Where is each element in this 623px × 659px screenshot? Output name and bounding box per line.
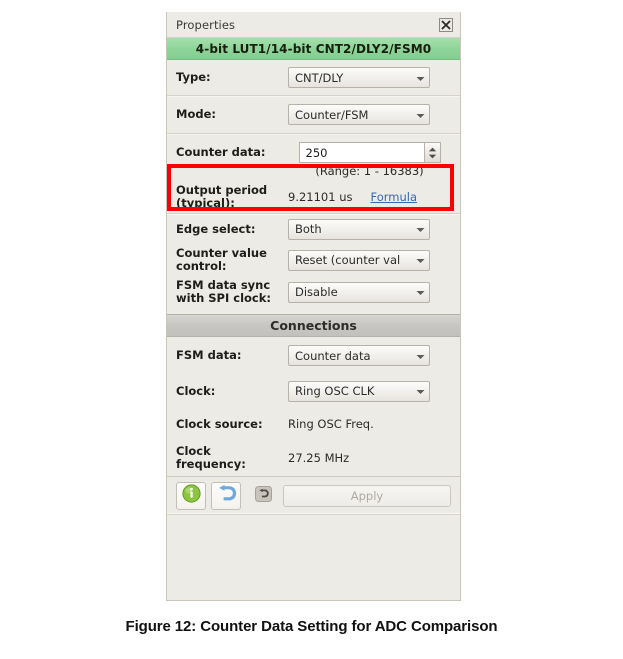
undo-button[interactable]: [211, 481, 241, 510]
chevron-down-icon: [416, 222, 425, 236]
row-output-period-label: Output period (typical):: [176, 182, 268, 210]
type-dropdown[interactable]: CNT/DLY: [288, 67, 430, 88]
properties-panel: Properties 4-bit LUT1/14-bit CNT2/DLY2/F…: [166, 12, 461, 601]
chevron-down-icon: [416, 349, 425, 363]
row-counter-value-control-label: Counter value control:: [176, 246, 267, 273]
row-output-period-value: 9.21101 us Formula: [288, 190, 451, 204]
undo-icon: [216, 484, 237, 507]
fsm-data-dropdown-value: Counter data: [295, 348, 371, 363]
chevron-up-icon: [428, 147, 436, 151]
panel-titlebar: Properties: [167, 12, 460, 38]
row-clock-source: Clock source: Ring OSC Freq.: [167, 408, 460, 440]
chevron-down-icon: [416, 384, 425, 398]
chevron-down-icon: [416, 108, 425, 122]
type-dropdown-value: CNT/DLY: [295, 70, 344, 85]
row-counter-value-control: Counter value control: Reset (counter va…: [167, 244, 460, 276]
row-fsm-data-label: FSM data:: [176, 348, 242, 362]
panel-footer-toolbar: Apply: [167, 476, 460, 514]
counter-data-input[interactable]: 250: [298, 142, 424, 163]
row-counter-data-label: Counter data:: [176, 145, 266, 159]
counter-data-spinner[interactable]: 250: [298, 142, 441, 163]
edge-select-dropdown-value: Both: [295, 222, 322, 236]
clock-dropdown[interactable]: Ring OSC CLK: [288, 380, 430, 402]
row-type-value: CNT/DLY: [288, 67, 451, 88]
counter-data-range-hint: (Range: 1 - 16383): [315, 164, 424, 178]
chevron-down-icon: [416, 71, 425, 85]
info-button[interactable]: [176, 481, 206, 510]
row-counter-data: Counter data: 250 (Range: 1 - 16383): [167, 134, 460, 180]
row-fsm-data-sync: FSM data sync with SPI clock: Disable: [167, 276, 460, 308]
row-clock-frequency: Clock frequency: 27.25 MHz: [167, 440, 460, 476]
row-fsm-data: FSM data: Counter data: [167, 337, 460, 374]
row-mode-value: Counter/FSM: [288, 104, 451, 125]
mode-dropdown[interactable]: Counter/FSM: [288, 104, 430, 125]
row-mode: Mode: Counter/FSM: [167, 96, 460, 134]
edge-select-dropdown[interactable]: Both: [288, 218, 430, 240]
row-clock-source-label: Clock source:: [176, 416, 263, 431]
connections-section-header: Connections: [167, 314, 460, 337]
panel-empty-area: [167, 514, 460, 600]
row-output-period: Output period (typical): 9.21101 us Form…: [167, 180, 460, 214]
counter-value-control-dropdown-value: Reset (counter val: [295, 253, 401, 267]
output-period-text: 9.21101 us: [288, 189, 353, 204]
figure-container: Properties 4-bit LUT1/14-bit CNT2/DLY2/F…: [0, 0, 623, 659]
row-clock-value: Ring OSC CLK: [288, 380, 451, 402]
row-clock-frequency-label: Clock frequency:: [176, 444, 246, 471]
fsm-data-sync-dropdown[interactable]: Disable: [288, 281, 430, 303]
revert-button[interactable]: [253, 485, 273, 506]
component-header: 4-bit LUT1/14-bit CNT2/DLY2/FSM0: [167, 38, 460, 60]
row-clock-source-value: Ring OSC Freq.: [288, 417, 374, 431]
row-edge-select: Edge select: Both: [167, 214, 460, 244]
chevron-down-icon: [416, 253, 425, 267]
chevron-down-icon: [416, 285, 425, 299]
row-type: Type: CNT/DLY: [167, 60, 460, 96]
row-clock-label: Clock:: [176, 383, 216, 398]
formula-link[interactable]: Formula: [371, 190, 418, 204]
row-fsm-data-sync-value: Disable: [288, 281, 451, 303]
chevron-down-icon: [428, 154, 436, 158]
fsm-data-sync-dropdown-value: Disable: [295, 285, 338, 299]
panel-body: Type: CNT/DLY Mode: Counter/FSM Counter …: [167, 60, 460, 600]
row-edge-select-value: Both: [288, 218, 451, 240]
panel-title: Properties: [176, 17, 236, 32]
clock-dropdown-value: Ring OSC CLK: [295, 384, 375, 398]
row-edge-select-label: Edge select:: [176, 221, 256, 236]
row-clock-frequency-value: 27.25 MHz: [288, 451, 350, 465]
apply-button[interactable]: Apply: [283, 484, 451, 507]
revert-icon: [254, 485, 272, 506]
spinner-arrows[interactable]: [423, 142, 441, 163]
mode-dropdown-value: Counter/FSM: [295, 107, 369, 122]
row-counter-data-value: 250 (Range: 1 - 16383): [288, 142, 451, 178]
counter-value-control-dropdown[interactable]: Reset (counter val: [288, 249, 430, 271]
row-fsm-data-sync-label: FSM data sync with SPI clock:: [176, 278, 271, 305]
row-counter-value-control-value: Reset (counter val: [288, 249, 451, 271]
fsm-data-dropdown[interactable]: Counter data: [288, 345, 430, 366]
close-icon[interactable]: [439, 17, 453, 32]
row-clock: Clock: Ring OSC CLK: [167, 374, 460, 408]
row-mode-label: Mode:: [176, 107, 216, 121]
figure-caption: Figure 12: Counter Data Setting for ADC …: [125, 618, 498, 635]
row-fsm-data-value: Counter data: [288, 345, 451, 366]
info-icon: [181, 484, 201, 507]
row-type-label: Type:: [176, 70, 211, 84]
